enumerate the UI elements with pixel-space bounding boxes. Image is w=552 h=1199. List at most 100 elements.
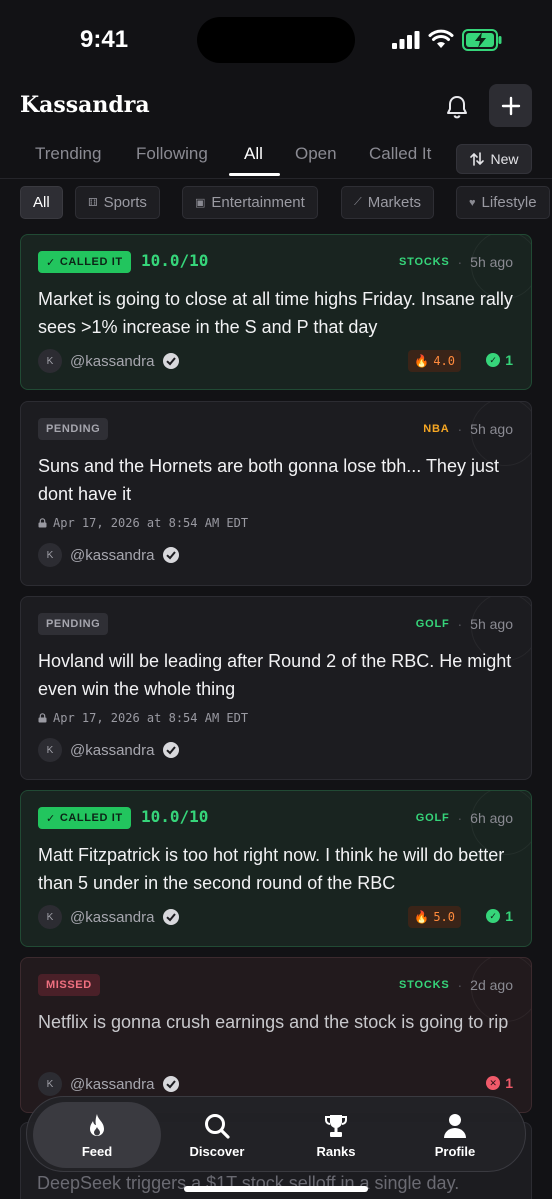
tab-trending[interactable]: Trending — [35, 144, 101, 164]
category-filter-chips: All ⚅ Sports ▣ Entertainment ⟋ Markets ♥… — [20, 186, 552, 220]
author-row[interactable]: K @kassandra — [38, 349, 180, 373]
author-row[interactable]: K @kassandra — [38, 1072, 180, 1096]
sort-new-label: New — [490, 151, 519, 167]
check-icon: ✓ — [46, 812, 56, 825]
nav-label: Ranks — [316, 1143, 356, 1159]
fire-icon: 🔥 — [414, 910, 430, 924]
category-label: GOLF — [415, 618, 450, 630]
separator-dot: · — [457, 616, 463, 632]
result-count: ✕ 1 — [486, 1075, 513, 1091]
nav-feed[interactable]: Feed — [33, 1102, 161, 1168]
verified-icon — [163, 909, 180, 925]
chip-markets[interactable]: ⟋ Markets — [341, 186, 435, 219]
search-icon — [205, 1113, 230, 1139]
sort-arrows-icon — [470, 152, 485, 166]
separator-dot: · — [457, 977, 463, 993]
author-row[interactable]: K @kassandra — [38, 905, 180, 929]
prediction-text: Market is going to close at all time hig… — [38, 289, 513, 337]
tab-called-it[interactable]: Called It — [369, 144, 431, 164]
status-bar: 9:41 — [0, 0, 552, 80]
nav-profile[interactable]: Profile — [395, 1097, 515, 1173]
separator-dot: · — [457, 810, 463, 826]
avatar: K — [38, 543, 62, 567]
nav-label: Discover — [189, 1143, 245, 1159]
fire-icon: 🔥 — [414, 354, 430, 368]
plus-icon — [501, 96, 520, 115]
bottom-navigation: Feed Discover Ranks Profile — [26, 1096, 526, 1172]
trophy-icon — [325, 1114, 347, 1137]
x-circle-icon: ✕ — [486, 1076, 501, 1090]
nav-ranks[interactable]: Ranks — [276, 1097, 396, 1173]
timestamp: 5h ago — [470, 421, 513, 437]
timestamp: 5h ago — [470, 616, 513, 632]
chip-label: All — [33, 194, 50, 211]
deadline: Apr 17, 2026 at 8:54 AM EDT — [38, 711, 248, 725]
notifications-button[interactable] — [438, 88, 476, 126]
chip-label: Lifestyle — [481, 194, 537, 211]
tabs-divider — [0, 178, 552, 179]
card-meta: STOCKS · 2d ago — [399, 977, 513, 993]
category-label: STOCKS — [399, 979, 450, 991]
check-circle-icon: ✓ — [486, 909, 501, 923]
app-title: Kassandra — [20, 92, 150, 118]
author-row[interactable]: K @kassandra — [38, 543, 180, 567]
verified-icon — [163, 742, 180, 758]
status-time: 9:41 — [80, 26, 129, 53]
result-count: ✓ 1 — [486, 908, 513, 924]
author-handle: @kassandra — [70, 741, 155, 759]
sort-new-button[interactable]: New — [456, 144, 532, 174]
prediction-card[interactable]: MISSED STOCKS · 2d ago Netflix is gonna … — [20, 957, 532, 1113]
chip-label: Sports — [103, 194, 147, 211]
status-badge: MISSED — [38, 974, 100, 996]
category-label: GOLF — [415, 812, 450, 824]
verified-icon — [163, 547, 180, 563]
lock-icon — [38, 713, 47, 723]
chip-lifestyle[interactable]: ♥ Lifestyle — [456, 186, 550, 219]
create-prediction-button[interactable] — [489, 84, 532, 127]
avatar: K — [38, 349, 62, 373]
person-icon — [444, 1113, 466, 1138]
nav-discover[interactable]: Discover — [157, 1097, 277, 1173]
tv-icon: ▣ — [195, 197, 206, 209]
battery-charging-icon — [462, 29, 502, 51]
status-badge: ✓ CALLED IT — [38, 251, 131, 273]
tab-following[interactable]: Following — [136, 144, 208, 164]
separator-dot: · — [457, 421, 463, 437]
status-badge: ✓ CALLED IT — [38, 807, 131, 829]
app-header: Kassandra — [0, 84, 552, 128]
result-count: ✓ 1 — [486, 352, 513, 368]
chip-entertainment[interactable]: ▣ Entertainment — [182, 186, 318, 219]
chip-label: Markets — [367, 194, 422, 211]
tab-all[interactable]: All — [244, 144, 263, 164]
prediction-card[interactable]: ✓ CALLED IT 10.0/10 GOLF · 6h ago Matt F… — [20, 790, 532, 947]
verified-icon — [163, 353, 180, 369]
lock-icon — [38, 518, 47, 528]
cellular-signal-icon — [392, 31, 420, 49]
timestamp: 5h ago — [470, 254, 513, 270]
active-tab-indicator — [229, 173, 280, 176]
chip-label: Entertainment — [211, 194, 305, 211]
prediction-text: Suns and the Hornets are both gonna lose… — [38, 456, 499, 504]
score: 10.0/10 — [141, 251, 209, 270]
home-indicator — [184, 1186, 368, 1192]
heat-badge: 🔥 5.0 — [408, 906, 461, 928]
chip-all[interactable]: All — [20, 186, 63, 219]
author-handle: @kassandra — [70, 546, 155, 564]
nav-label: Feed — [81, 1143, 113, 1159]
tab-open[interactable]: Open — [295, 144, 337, 164]
separator-dot: · — [457, 254, 463, 270]
prediction-card[interactable]: ✓ CALLED IT 10.0/10 STOCKS · 5h ago Mark… — [20, 234, 532, 390]
author-row[interactable]: K @kassandra — [38, 738, 180, 762]
chip-sports[interactable]: ⚅ Sports — [75, 186, 160, 219]
dynamic-island — [197, 17, 355, 63]
deadline: Apr 17, 2026 at 8:54 AM EDT — [38, 516, 248, 530]
prediction-text: Netflix is gonna crush earnings and the … — [38, 1012, 509, 1032]
timestamp: 6h ago — [470, 810, 513, 826]
sports-icon: ⚅ — [88, 197, 98, 209]
prediction-card[interactable]: PENDING NBA · 5h ago Suns and the Hornet… — [20, 401, 532, 586]
prediction-card[interactable]: PENDING GOLF · 5h ago Hovland will be le… — [20, 596, 532, 780]
bell-icon — [447, 96, 467, 119]
card-meta: STOCKS · 5h ago — [399, 254, 513, 270]
avatar: K — [38, 905, 62, 929]
chart-icon: ⟋ — [354, 196, 362, 208]
